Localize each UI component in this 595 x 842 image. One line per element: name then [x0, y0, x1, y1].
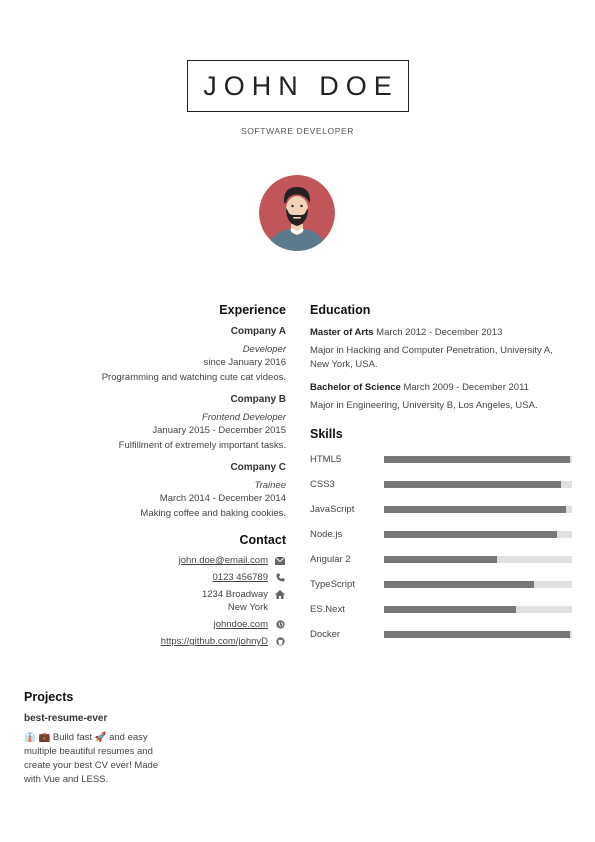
skill-name: TypeScript	[310, 578, 355, 590]
skill-bar	[384, 605, 572, 613]
phone-link[interactable]: 0123 456789	[213, 571, 268, 584]
skill-name: ES.Next	[310, 603, 345, 615]
job-description: Fulfillment of extremely important tasks…	[118, 439, 286, 451]
project-description: 👔 💼 Build fast 🚀 and easy multiple beaut…	[24, 732, 159, 785]
skill-bar-fill	[384, 530, 557, 538]
contact-website: johndoe.com	[60, 618, 286, 631]
skill-bar	[384, 630, 572, 638]
home-icon	[274, 588, 286, 601]
github-link[interactable]: https://github.com/johnyD	[161, 635, 268, 648]
skill-row: Docker	[310, 627, 572, 641]
phone-icon	[274, 571, 286, 584]
skill-bar	[384, 480, 572, 488]
experience-item: Company B Frontend Developer January 201…	[60, 394, 286, 453]
skill-name: HTML5	[310, 453, 342, 465]
projects-section: Projects best-resume-ever 👔 💼 Build fast…	[24, 690, 159, 787]
skill-bar-fill	[384, 555, 497, 563]
project-name: best-resume-ever	[24, 713, 108, 724]
skill-row: TypeScript	[310, 577, 572, 591]
skill-bar	[384, 505, 572, 513]
time-period: March 2014 - December 2014	[159, 493, 286, 504]
education-description: Major in Hacking and Computer Penetratio…	[310, 345, 553, 370]
skill-row: HTML5	[310, 452, 572, 466]
skill-bar-fill	[384, 580, 535, 588]
skills-heading: Skills	[310, 427, 343, 441]
experience-item: Company C Trainee March 2014 - December …	[60, 462, 286, 521]
bearded-man-avatar-icon	[259, 175, 335, 251]
job-position: Trainee	[254, 480, 286, 491]
degree-name: Bachelor of Science	[310, 382, 401, 393]
education-heading: Education	[310, 303, 371, 317]
left-column: Experience Company A Developer since Jan…	[60, 303, 286, 648]
contact-github: https://github.com/johnyD	[60, 635, 286, 648]
degree-name: Master of Arts	[310, 327, 374, 338]
time-period: March 2012 - December 2013	[376, 327, 503, 338]
website-link[interactable]: johndoe.com	[214, 618, 268, 631]
company-name: Company B	[230, 394, 286, 405]
job-position: Frontend Developer	[202, 412, 286, 423]
skill-name: CSS3	[310, 478, 335, 490]
skill-name: Node.js	[310, 528, 343, 540]
contact-address: 1234 Broadway New York	[60, 588, 286, 614]
address-street: 1234 Broadway	[201, 589, 268, 600]
skill-bar	[384, 580, 572, 588]
skill-bar-fill	[384, 630, 571, 638]
projects-heading: Projects	[24, 690, 74, 704]
skill-row: ES.Next	[310, 602, 572, 616]
time-period: January 2015 - December 2015	[152, 425, 286, 436]
job-position: Developer	[242, 344, 286, 355]
skill-bar-fill	[384, 505, 567, 513]
address-city: New York	[227, 602, 268, 613]
right-column: Education Master of Arts March 2012 - De…	[310, 303, 572, 641]
skill-bar-fill	[384, 605, 516, 613]
skill-bar-fill	[384, 455, 571, 463]
skill-name: JavaScript	[310, 503, 355, 515]
education-item: Master of Arts March 2012 - December 201…	[310, 326, 572, 372]
contact-email: john.doe@email.com	[60, 554, 286, 567]
time-period: since January 2016	[203, 357, 286, 368]
education-description: Major in Engineering, University B, Los …	[310, 400, 538, 411]
skills-list: HTML5 CSS3 JavaScript Node.js Angular 2 TypeS…	[310, 452, 572, 641]
skill-row: Angular 2	[310, 552, 572, 566]
job-title: SOFTWARE DEVELOPER	[241, 126, 354, 136]
skill-row: CSS3	[310, 477, 572, 491]
experience-item: Company A Developer since January 2016 P…	[60, 326, 286, 385]
contact-heading: Contact	[239, 533, 286, 547]
skill-bar	[384, 555, 572, 563]
education-item: Bachelor of Science March 2009 - Decembe…	[310, 381, 572, 413]
company-name: Company A	[230, 326, 286, 337]
skill-bar	[384, 455, 572, 463]
skill-bar-fill	[384, 480, 561, 488]
person-name: JOHN DOE	[203, 70, 399, 101]
job-description: Making coffee and baking cookies.	[140, 507, 286, 519]
skill-name: Angular 2	[310, 553, 351, 565]
time-period: March 2009 - December 2011	[403, 382, 529, 393]
avatar	[259, 175, 335, 251]
job-description: Programming and watching cute cat videos…	[101, 371, 286, 383]
envelope-icon	[274, 554, 286, 567]
skill-bar	[384, 530, 572, 538]
company-name: Company C	[230, 462, 286, 473]
globe-icon	[274, 618, 286, 631]
name-box: JOHN DOE	[187, 60, 409, 112]
github-icon	[274, 635, 286, 648]
skill-row: JavaScript	[310, 502, 572, 516]
experience-heading: Experience	[219, 303, 286, 317]
skill-row: Node.js	[310, 527, 572, 541]
contact-section: Contact john.doe@email.com 0123 456789 1…	[60, 533, 286, 648]
contact-phone: 0123 456789	[60, 571, 286, 584]
skill-name: Docker	[310, 628, 341, 640]
email-link[interactable]: john.doe@email.com	[179, 554, 268, 567]
